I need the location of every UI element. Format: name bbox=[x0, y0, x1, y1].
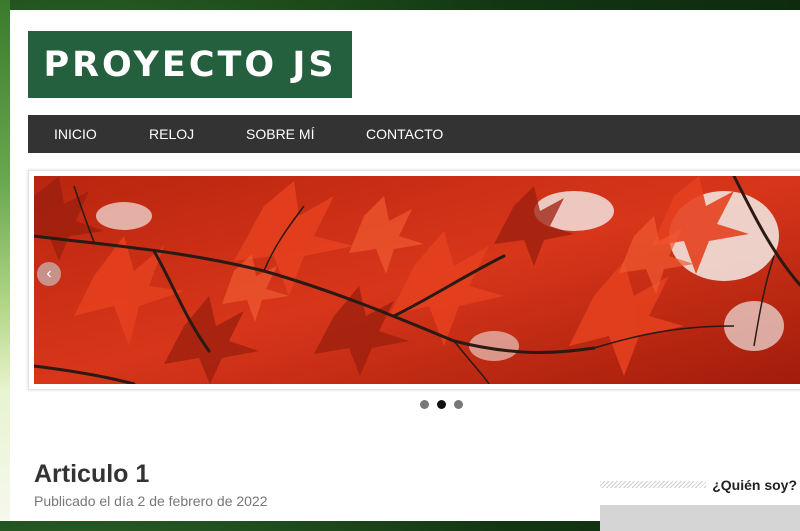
nav-item-contacto[interactable]: CONTACTO bbox=[366, 115, 443, 153]
nav-item-reloj[interactable]: RELOJ bbox=[149, 115, 194, 153]
slide-illustration bbox=[34, 176, 800, 384]
image-slider: ‹ bbox=[28, 170, 800, 390]
article-publish-date: Publicado el día 2 de febrero de 2022 bbox=[34, 493, 268, 509]
main-nav: INICIO RELOJ SOBRE MÍ CONTACTO bbox=[28, 115, 800, 153]
slide-image-red-maple-leaves bbox=[34, 176, 800, 384]
article-title[interactable]: Articulo 1 bbox=[34, 460, 149, 489]
widget-title: ¿Quién soy? bbox=[706, 477, 800, 493]
nav-item-sobre-mi[interactable]: SOBRE MÍ bbox=[246, 115, 314, 153]
slider-prev-arrow-icon[interactable]: ‹ bbox=[37, 262, 61, 286]
slider-dot-3[interactable] bbox=[454, 400, 463, 409]
nav-item-inicio[interactable]: INICIO bbox=[54, 115, 97, 153]
logo-text: PROYECTO JS bbox=[43, 44, 337, 85]
sidebar-widget-image bbox=[600, 505, 800, 531]
page-container: PROYECTO JS INICIO RELOJ SOBRE MÍ CONTAC… bbox=[10, 10, 800, 531]
background-foliage bbox=[0, 0, 10, 521]
sidebar-widget-header: ¿Quién soy? bbox=[600, 477, 800, 493]
slider-dot-2[interactable] bbox=[437, 400, 446, 409]
slider-pagination bbox=[420, 400, 480, 410]
site-logo[interactable]: PROYECTO JS bbox=[28, 31, 352, 98]
slider-dot-1[interactable] bbox=[420, 400, 429, 409]
